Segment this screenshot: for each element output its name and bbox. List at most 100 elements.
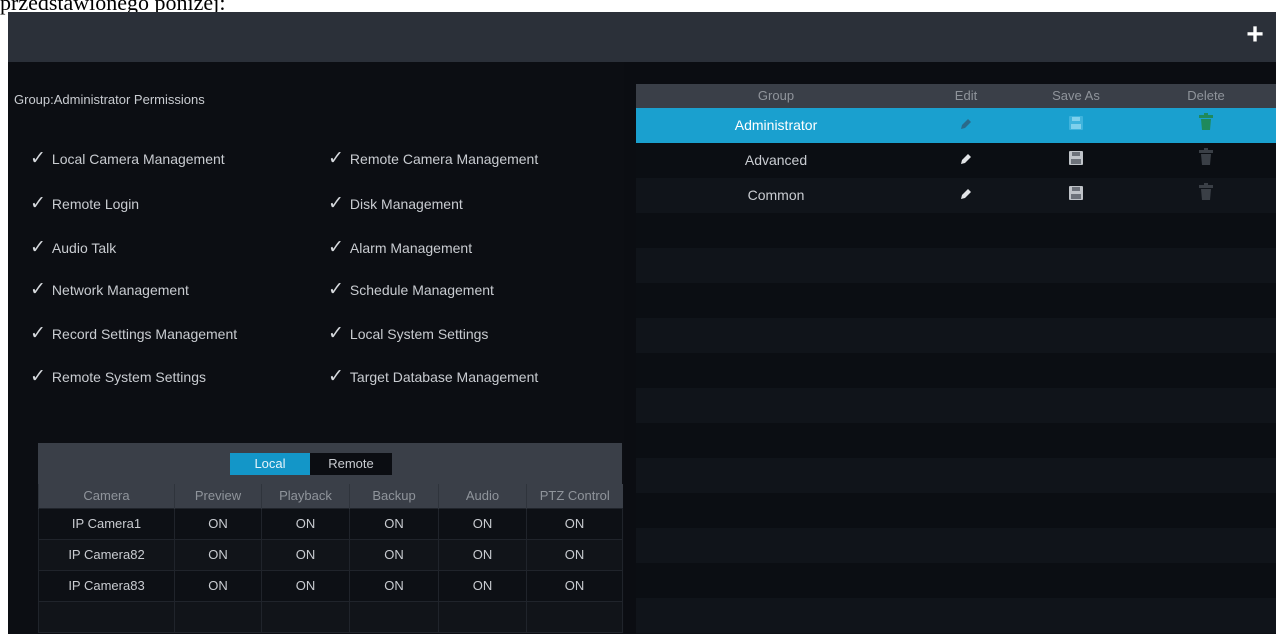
column-header-backup: Backup bbox=[349, 484, 439, 508]
checkmark-icon: ✓ bbox=[328, 323, 344, 344]
permission-label: Audio Talk bbox=[51, 239, 117, 256]
pencil-icon[interactable] bbox=[959, 179, 973, 214]
checkmark-icon: ✓ bbox=[30, 237, 46, 258]
floppy-disk-icon[interactable] bbox=[1068, 144, 1084, 179]
checkmark-icon: ✓ bbox=[328, 148, 344, 169]
checkmark-icon: ✓ bbox=[328, 193, 344, 214]
checkmark-icon: ✓ bbox=[30, 323, 46, 344]
permission-item: ✓ Local Camera Management bbox=[30, 149, 225, 168]
empty-row bbox=[636, 528, 1276, 563]
trash-icon bbox=[1198, 144, 1214, 179]
empty-row bbox=[636, 353, 1276, 388]
checkmark-icon: ✓ bbox=[30, 148, 46, 169]
permission-item: ✓ Network Management bbox=[30, 280, 189, 299]
checkmark-icon: ✓ bbox=[328, 366, 344, 387]
permission-item: ✓ Remote System Settings bbox=[30, 367, 206, 386]
empty-row bbox=[636, 423, 1276, 458]
permission-item: ✓ Target Database Management bbox=[328, 367, 538, 386]
floppy-disk-icon[interactable] bbox=[1068, 179, 1084, 214]
empty-row bbox=[636, 598, 1276, 633]
plus-icon: + bbox=[1246, 18, 1264, 51]
empty-row bbox=[636, 283, 1276, 318]
checkmark-icon: ✓ bbox=[30, 279, 46, 300]
playback-cell: ON bbox=[261, 538, 350, 571]
ptz-control-cell: ON bbox=[526, 507, 623, 540]
table-row[interactable]: IP Camera83 ON ON ON ON ON bbox=[38, 569, 623, 602]
permission-item: ✓ Remote Camera Management bbox=[328, 149, 538, 168]
column-header-playback: Playback bbox=[261, 484, 350, 508]
empty-row bbox=[636, 318, 1276, 353]
column-header-group: Group bbox=[757, 88, 795, 103]
permission-item: ✓ Local System Settings bbox=[328, 324, 488, 343]
tab-local[interactable]: Local bbox=[230, 453, 310, 475]
ptz-control-cell: ON bbox=[526, 538, 623, 571]
permission-label: Record Settings Management bbox=[51, 325, 238, 342]
permission-label: Disk Management bbox=[349, 195, 463, 212]
checkmark-icon: ✓ bbox=[328, 279, 344, 300]
column-header-save-as: Save As bbox=[1052, 88, 1100, 103]
backup-cell: ON bbox=[349, 569, 439, 602]
group-row-common[interactable]: Common bbox=[636, 178, 1276, 213]
page-caption: przedstawionego poniżej: bbox=[0, 0, 226, 15]
preview-cell: ON bbox=[174, 538, 262, 571]
pencil-icon[interactable] bbox=[959, 109, 973, 144]
checkmark-icon: ✓ bbox=[30, 193, 46, 214]
audio-cell: ON bbox=[438, 507, 527, 540]
table-row[interactable]: IP Camera82 ON ON ON ON ON bbox=[38, 538, 623, 571]
column-header-delete: Delete bbox=[1187, 88, 1225, 103]
preview-cell: ON bbox=[174, 569, 262, 602]
checkmark-icon: ✓ bbox=[328, 237, 344, 258]
checkmark-icon: ✓ bbox=[30, 366, 46, 387]
group-row-administrator[interactable]: Administrator bbox=[636, 108, 1276, 143]
permission-label: Remote Login bbox=[51, 195, 140, 212]
group-list-panel: Group Edit Save As Delete Administrator bbox=[636, 84, 1276, 634]
camera-name-cell: IP Camera1 bbox=[38, 507, 175, 540]
pencil-icon[interactable] bbox=[959, 144, 973, 179]
floppy-disk-icon[interactable] bbox=[1068, 109, 1084, 144]
backup-cell: ON bbox=[349, 538, 439, 571]
permission-item: ✓ Alarm Management bbox=[328, 238, 472, 257]
permissions-title: Group:Administrator Permissions bbox=[14, 92, 205, 107]
empty-row bbox=[636, 213, 1276, 248]
permissions-panel: Group:Administrator Permissions ✓ Local C… bbox=[8, 62, 624, 634]
playback-cell: ON bbox=[261, 569, 350, 602]
table-row-empty bbox=[38, 600, 623, 633]
permission-label: Target Database Management bbox=[349, 368, 539, 385]
group-row-advanced[interactable]: Advanced bbox=[636, 143, 1276, 178]
table-row[interactable]: IP Camera1 ON ON ON ON ON bbox=[38, 507, 623, 540]
permission-label: Schedule Management bbox=[349, 281, 494, 298]
permission-label: Local Camera Management bbox=[51, 150, 225, 167]
backup-cell: ON bbox=[349, 507, 439, 540]
group-name: Advanced bbox=[744, 152, 808, 168]
permission-item: ✓ Record Settings Management bbox=[30, 324, 237, 343]
permission-item: ✓ Schedule Management bbox=[328, 280, 494, 299]
tab-remote[interactable]: Remote bbox=[310, 453, 392, 475]
column-header-camera: Camera bbox=[38, 484, 175, 508]
column-header-edit: Edit bbox=[954, 88, 978, 103]
group-name: Administrator bbox=[734, 117, 818, 133]
permission-label: Network Management bbox=[51, 281, 189, 298]
trash-icon bbox=[1198, 179, 1214, 214]
table-header-row: Camera Preview Playback Backup Audio PTZ… bbox=[38, 484, 623, 508]
add-group-button[interactable]: + bbox=[1242, 20, 1268, 50]
trash-icon[interactable] bbox=[1198, 109, 1214, 144]
permission-item: ✓ Disk Management bbox=[328, 194, 463, 213]
empty-row bbox=[636, 493, 1276, 528]
permission-label: Alarm Management bbox=[349, 239, 473, 256]
group-name: Common bbox=[747, 187, 805, 203]
permission-label: Remote System Settings bbox=[51, 368, 206, 385]
ptz-control-cell: ON bbox=[526, 569, 623, 602]
user-permissions-window: + Group:Administrator Permissions ✓ Local… bbox=[8, 12, 1276, 634]
preview-cell: ON bbox=[174, 507, 262, 540]
playback-cell: ON bbox=[261, 507, 350, 540]
audio-cell: ON bbox=[438, 569, 527, 602]
permission-item: ✓ Remote Login bbox=[30, 194, 139, 213]
group-table-header: Group Edit Save As Delete bbox=[636, 84, 1276, 108]
audio-cell: ON bbox=[438, 538, 527, 571]
empty-row bbox=[636, 248, 1276, 283]
column-header-ptz-control: PTZ Control bbox=[526, 484, 623, 508]
camera-name-cell: IP Camera83 bbox=[38, 569, 175, 602]
top-bar: + bbox=[8, 12, 1276, 62]
empty-row bbox=[636, 563, 1276, 598]
camera-name-cell: IP Camera82 bbox=[38, 538, 175, 571]
